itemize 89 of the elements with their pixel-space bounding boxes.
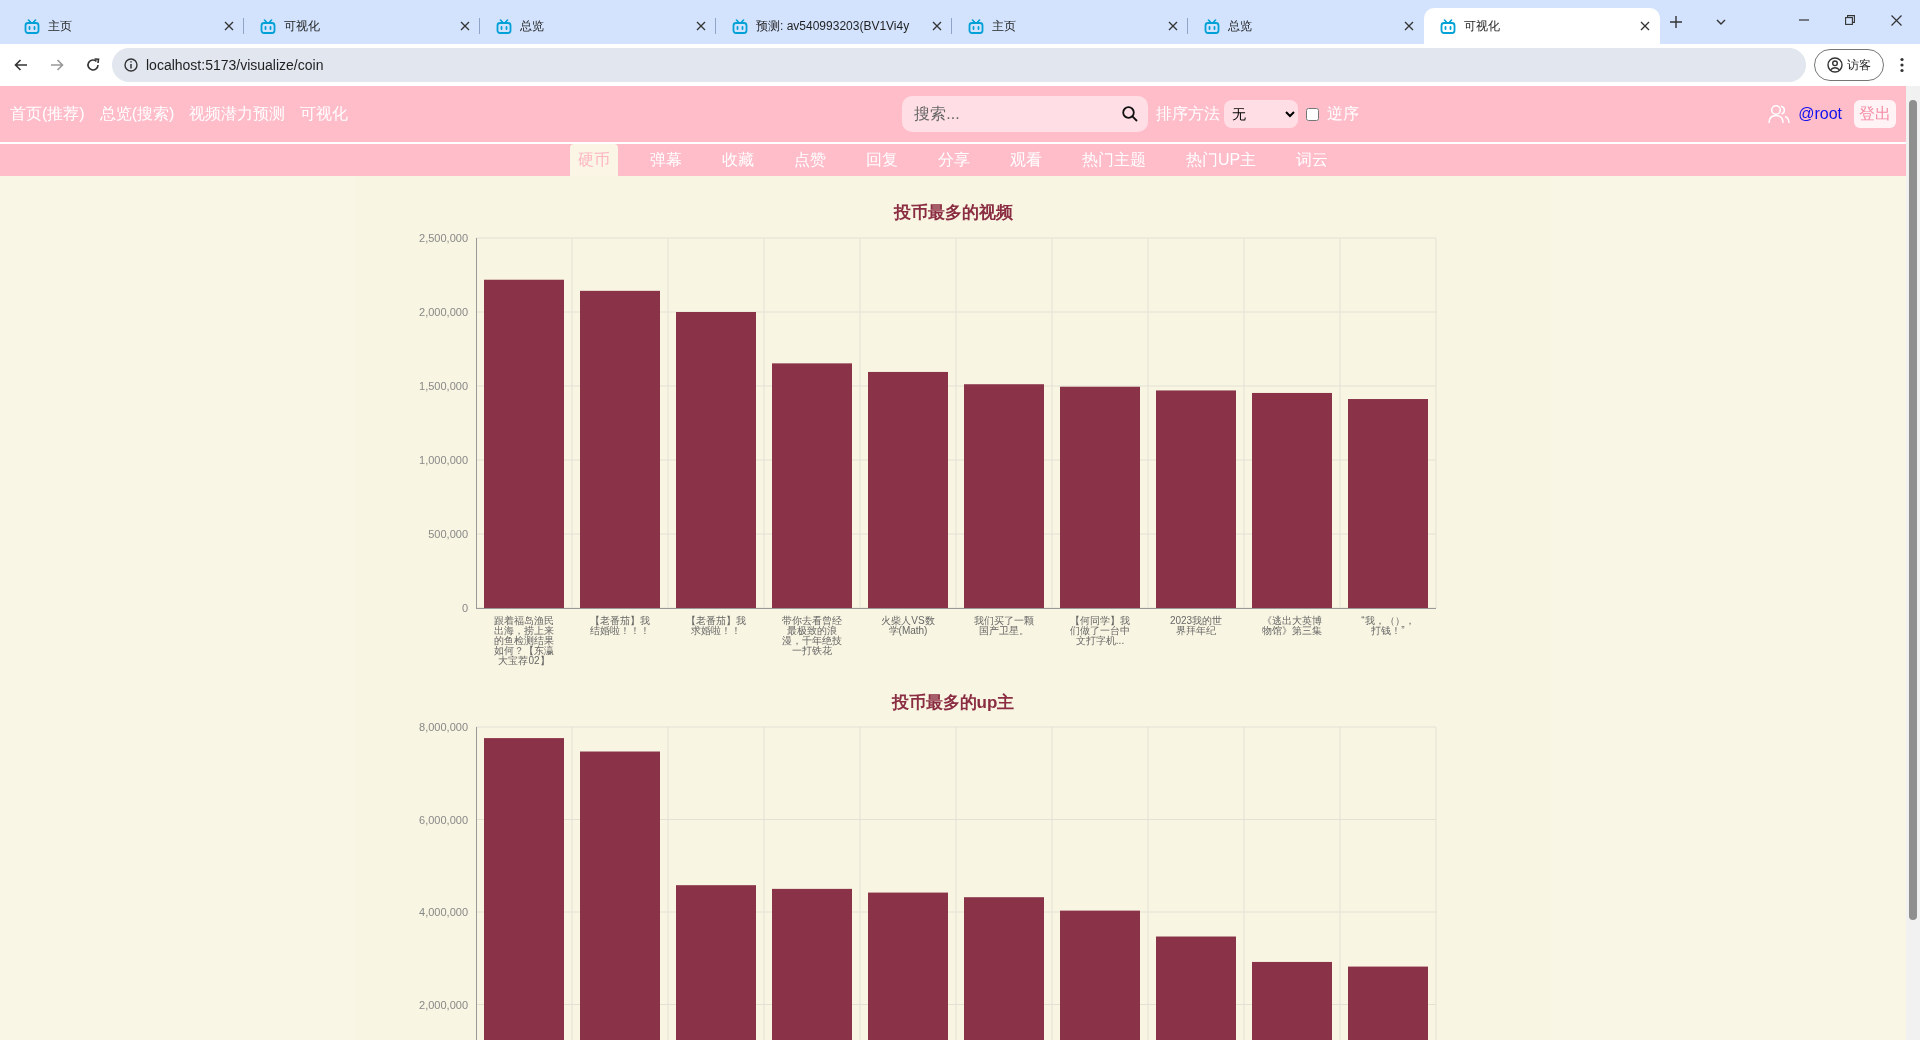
sub-tab[interactable]: 硬币	[569, 144, 618, 176]
tab-title: 预测: av540993203(BV1Vi4y	[756, 18, 911, 35]
reload-icon[interactable]	[86, 58, 100, 72]
person-icon	[1827, 57, 1843, 73]
sort-label: 排序方法	[1156, 104, 1221, 124]
axis-label: 2,500,000	[419, 231, 468, 244]
browser-tab[interactable]: 总览	[1188, 8, 1424, 44]
scrollbar[interactable]	[1906, 86, 1920, 1040]
tv-icon	[732, 18, 748, 34]
axis-label: 2,000,000	[419, 305, 468, 318]
info-icon	[124, 58, 138, 72]
logout-button[interactable]: 登出	[1854, 100, 1896, 128]
axis-label: 【老番茄】我求婚啦！！	[685, 615, 747, 638]
axis-label: 【老番茄】我结婚啦！！！	[589, 615, 651, 638]
scrollbar-thumb[interactable]	[1909, 100, 1917, 920]
axis-label: “我，（），打钱！”	[1360, 615, 1416, 638]
sub-tab[interactable]: 观看	[1001, 144, 1050, 176]
nav-link[interactable]: 总览(搜索)	[99, 102, 175, 126]
nav-link[interactable]: 首页(推荐)	[10, 102, 85, 126]
axis-label: 0	[461, 601, 468, 614]
users-icon	[1768, 104, 1791, 124]
tab-title: 总览	[520, 18, 545, 35]
axis-label: 8,000,000	[419, 721, 468, 733]
tab-title: 可视化	[284, 18, 321, 35]
chart-title: 投币最多的视频	[892, 202, 1014, 224]
axis-label: 火柴人VS数学(Math)	[880, 615, 936, 638]
reverse-checkbox[interactable]	[1306, 107, 1320, 121]
axis-label: 2,000,000	[419, 998, 468, 1011]
sub-tab[interactable]: 点赞	[785, 144, 834, 176]
search-input[interactable]: 搜索...	[912, 101, 1103, 127]
tv-icon	[260, 18, 276, 34]
sub-tab[interactable]: 回复	[857, 144, 906, 176]
tab-title: 总览	[1228, 18, 1253, 35]
close-icon[interactable]	[460, 21, 470, 31]
sub-tab[interactable]: 弹幕	[641, 144, 690, 176]
close-icon[interactable]	[1168, 21, 1178, 31]
sub-tab[interactable]: 词云	[1288, 144, 1337, 176]
tv-icon	[1204, 18, 1220, 34]
tab-title: 主页	[992, 18, 1017, 35]
axis-label: 我们买了一颗国产卫星。	[973, 615, 1035, 638]
axis-label: 带你去看曾经最极致的浪漫，千年绝技一打铁花	[781, 615, 843, 658]
user-link[interactable]: @root	[1798, 102, 1842, 126]
nav-link[interactable]: 视频潜力预测	[189, 102, 286, 126]
search-icon[interactable]	[1122, 106, 1139, 122]
browser-tab[interactable]: 可视化	[244, 8, 480, 44]
sort-select[interactable]: 无	[1224, 100, 1299, 128]
tv-icon	[496, 18, 512, 34]
tab-title: 可视化	[1464, 18, 1501, 35]
sub-tab[interactable]: 热门UP主	[1177, 144, 1265, 176]
close-icon[interactable]	[1640, 21, 1650, 31]
profile-button[interactable]: 访客	[1814, 49, 1884, 81]
close-icon[interactable]	[696, 21, 706, 31]
browser-tab[interactable]: 可视化	[1424, 8, 1660, 44]
sub-tab[interactable]: 分享	[929, 144, 978, 176]
close-icon[interactable]	[224, 21, 234, 31]
reverse-label: 逆序	[1327, 104, 1360, 124]
restore-icon[interactable]	[1845, 15, 1855, 25]
axis-label: 2023我的世界拜年纪	[1168, 615, 1224, 638]
browser-tab[interactable]: 主页	[8, 8, 244, 44]
address-bar[interactable]: localhost:5173/visualize/coin	[112, 48, 1806, 82]
axis-label: 6,000,000	[419, 813, 468, 826]
tab-title: 主页	[48, 18, 73, 35]
sub-tab[interactable]: 热门主题	[1073, 144, 1154, 176]
forward-arrow-icon[interactable]	[50, 59, 64, 71]
sub-tab[interactable]: 收藏	[713, 144, 762, 176]
axis-label: 1,000,000	[419, 453, 468, 466]
axis-label: 500,000	[428, 527, 468, 540]
browser-tab[interactable]: 主页	[952, 8, 1188, 44]
close-icon[interactable]	[932, 21, 942, 31]
axis-label: 4,000,000	[419, 906, 468, 918]
axis-label: 1,500,000	[419, 379, 468, 392]
search-field[interactable]: 搜索...	[902, 96, 1149, 132]
url-text: localhost:5173/visualize/coin	[146, 55, 324, 75]
back-arrow-icon[interactable]	[14, 59, 28, 71]
nav-link[interactable]: 可视化	[300, 102, 349, 126]
plus-icon[interactable]	[1670, 16, 1682, 28]
chevron-down-icon[interactable]	[1716, 19, 1726, 25]
close-icon[interactable]	[1404, 21, 1414, 31]
browser-tab[interactable]: 总览	[480, 8, 716, 44]
chart-title: 投币最多的up主	[890, 691, 1016, 714]
tv-icon	[24, 18, 40, 34]
axis-label: 【何同学】我们做了一台中文打字机...	[1069, 615, 1131, 648]
more-options-icon[interactable]	[1900, 57, 1904, 73]
axis-label: 《逃出大英博物馆》第三集	[1261, 615, 1323, 638]
axis-label: 跟着福岛渔民出海，捞上来的鱼检测结果如何？【东瀛大宝荐02】	[493, 615, 555, 666]
tv-icon	[1440, 18, 1456, 34]
browser-tab[interactable]: 预测: av540993203(BV1Vi4y	[716, 8, 952, 44]
close-icon[interactable]	[1891, 14, 1902, 26]
tv-icon	[968, 18, 984, 34]
